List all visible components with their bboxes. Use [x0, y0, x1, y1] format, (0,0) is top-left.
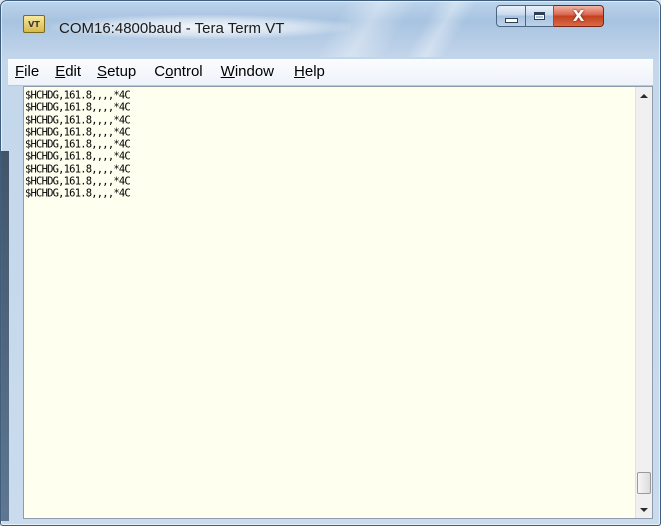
menu-file-label: ile: [24, 63, 40, 80]
terminal-line: $HCHDG,161.8,,,,*4C: [25, 187, 131, 200]
terminal-line: $HCHDG,161.8,,,,*4C: [25, 101, 131, 114]
menu-setup[interactable]: Setup: [94, 60, 139, 84]
menu-edit-mnemonic: E: [55, 63, 66, 80]
scroll-down-arrow-icon: [640, 507, 648, 512]
menu-control-prefix: C: [154, 63, 166, 80]
menu-window[interactable]: Window: [218, 60, 277, 84]
menu-window-mnemonic: W: [220, 63, 235, 80]
scroll-down-button[interactable]: [636, 501, 652, 518]
caption-buttons: X: [496, 5, 604, 27]
terminal-line: $HCHDG,161.8,,,,*4C: [25, 162, 131, 176]
tera-term-window: VT COM16:4800baud - Tera Term VT X File …: [0, 0, 661, 526]
menu-window-label: indow: [234, 63, 275, 80]
menu-bar: File Edit Setup Control Window Help: [8, 59, 653, 86]
menu-setup-mnemonic: S: [97, 63, 108, 80]
scroll-up-arrow-icon: [640, 93, 648, 98]
scrollbar-thumb[interactable]: [637, 472, 651, 494]
window-frame-shadow: [1, 151, 9, 521]
menu-file[interactable]: File: [12, 60, 42, 84]
tera-term-app-icon[interactable]: VT: [23, 15, 45, 33]
menu-edit-label: dit: [65, 63, 82, 80]
menu-file-mnemonic: F: [15, 63, 25, 80]
minimize-icon: [504, 17, 518, 23]
scroll-up-button[interactable]: [636, 87, 652, 104]
menu-help-mnemonic: H: [294, 63, 305, 80]
minimize-button[interactable]: [496, 5, 526, 27]
menu-help[interactable]: Help: [291, 60, 328, 84]
menu-control[interactable]: Control: [151, 60, 205, 84]
close-icon: X: [572, 6, 585, 25]
title-bar[interactable]: VT COM16:4800baud - Tera Term VT X: [1, 1, 660, 57]
vertical-scrollbar[interactable]: [635, 87, 652, 518]
terminal-client-area: $HCHDG,161.8,,,,*4C $HCHDG,161.8,,,,*4C …: [23, 86, 653, 519]
terminal-output[interactable]: $HCHDG,161.8,,,,*4C $HCHDG,161.8,,,,*4C …: [24, 87, 636, 518]
menu-control-label: ntrol: [173, 63, 203, 80]
menu-edit[interactable]: Edit: [52, 60, 84, 84]
close-button[interactable]: X: [554, 5, 604, 27]
window-title: COM16:4800baud - Tera Term VT: [59, 20, 285, 37]
maximize-icon: [534, 12, 545, 20]
terminal-line: $HCHDG,161.8,,,,*4C: [25, 125, 131, 139]
terminal-line: $HCHDG,161.8,,,,*4C: [25, 150, 131, 164]
terminal-line: $HCHDG,161.8,,,,*4C: [25, 89, 131, 102]
maximize-button[interactable]: [526, 5, 554, 27]
menu-setup-label: etup: [107, 63, 137, 80]
terminal-line: $HCHDG,161.8,,,,*4C: [25, 113, 131, 127]
terminal-lines: $HCHDG,161.8,,,,*4C $HCHDG,161.8,,,,*4C …: [24, 87, 636, 200]
menu-help-label: elp: [304, 63, 325, 80]
